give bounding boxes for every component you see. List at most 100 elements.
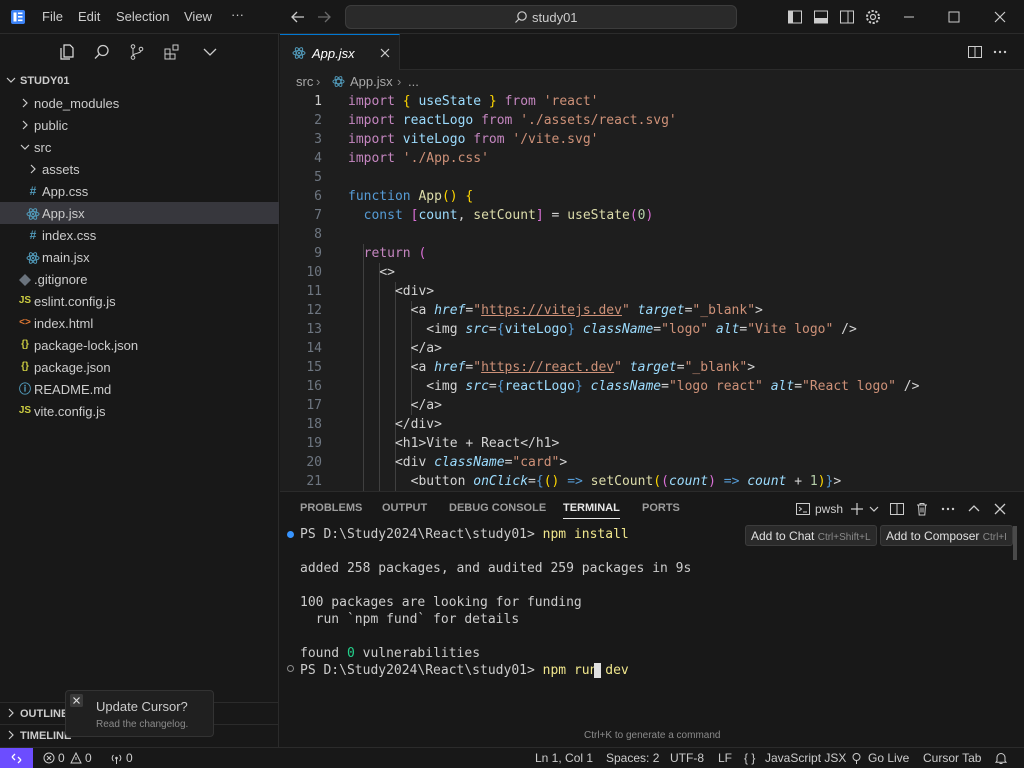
tree-item[interactable]: main.jsx [0,246,279,268]
tree-item[interactable]: JS eslint.config.js [0,290,279,312]
terminal-icon[interactable] [795,501,811,517]
code-line: 20 <div className="card"> [306,455,568,470]
explorer-title: STUDY01 [20,75,70,87]
tab-ports[interactable]: PORTS [642,502,680,514]
explorer-header[interactable]: STUDY01 [0,71,279,91]
git-file-icon [19,274,31,286]
menu-file[interactable]: File [42,9,63,24]
tree-item[interactable]: public [0,114,279,136]
extensions-icon[interactable] [163,43,181,61]
chevron-down-icon[interactable] [866,501,882,517]
tree-item[interactable]: <> index.html [0,312,279,334]
breadcrumb-folder[interactable]: src [296,74,313,89]
tree-item-label: node_modules [34,96,120,111]
notification-title: Update Cursor? [96,699,188,714]
cursor-tab-button[interactable]: Cursor Tab [923,751,981,765]
tree-item[interactable]: .gitignore [0,268,279,290]
encoding[interactable]: UTF-8 [670,751,704,765]
app-logo-icon[interactable] [10,9,26,25]
more-actions-icon[interactable] [992,44,1008,60]
tree-item[interactable]: {} package-lock.json [0,334,279,356]
tab-debug-console[interactable]: DEBUG CONSOLE [449,502,546,514]
trash-icon[interactable] [914,501,930,517]
go-live-button[interactable]: Go Live [868,751,909,765]
source-control-icon[interactable] [128,43,146,61]
more-actions-icon[interactable] [940,501,956,517]
search-icon [515,11,527,23]
terminal-hint: Ctrl+K to generate a command [584,730,721,741]
code-line: 11 <div> [306,284,435,299]
remote-indicator[interactable] [0,748,33,768]
breadcrumb-symbol[interactable]: ... [408,74,419,89]
menu-edit[interactable]: Edit [78,9,100,24]
error-count[interactable]: 0 [58,751,65,765]
title-bar: File Edit Selection View ··· study01 [0,0,1024,34]
terminal-shell-label[interactable]: pwsh [815,502,843,516]
tab-problems[interactable]: PROBLEMS [300,502,362,514]
search-sidebar-icon[interactable] [93,43,111,61]
end-of-line[interactable]: LF [718,751,732,765]
language-mode[interactable]: JavaScript JSX [765,751,846,765]
tree-item[interactable]: assets [0,158,279,180]
menu-selection[interactable]: Selection [116,9,169,24]
tree-item-label: README.md [34,382,112,397]
indentation[interactable]: Spaces: 2 [606,751,659,765]
notification-link[interactable]: Read the changelog. [96,719,188,730]
tab-app-jsx[interactable]: App.jsx [280,34,400,70]
back-arrow-icon[interactable] [289,8,307,26]
tree-item[interactable]: # App.css [0,180,279,202]
close-panel-icon[interactable] [992,501,1008,517]
tree-item-label: eslint.config.js [34,294,116,309]
tree-item-label: App.css [42,184,89,199]
tree-item[interactable]: {} package.json [0,356,279,378]
split-editor-icon[interactable] [967,44,983,60]
close-window-icon[interactable] [991,8,1009,26]
tree-item[interactable]: node_modules [0,92,279,114]
plus-icon[interactable] [849,501,865,517]
command-pending-dot [287,665,294,672]
tab-output[interactable]: OUTPUT [382,502,427,514]
tree-item-label: assets [42,162,80,177]
menu-view[interactable]: View [184,9,212,24]
toggle-secondary-sidebar-icon[interactable] [838,8,856,26]
ports-count[interactable]: 0 [126,751,133,765]
code-editor[interactable]: 1 import { useState } from 'react' 2 impor… [280,92,1024,491]
maximize-panel-icon[interactable] [966,501,982,517]
tree-item[interactable]: # index.css [0,224,279,246]
tree-item[interactable]: ⓘ README.md [0,378,279,400]
forward-arrow-icon[interactable] [315,8,333,26]
warning-count[interactable]: 0 [85,751,92,765]
bell-icon[interactable] [994,751,1008,765]
bottom-panel: PROBLEMS OUTPUT DEBUG CONSOLE TERMINAL P… [280,491,1024,747]
close-icon[interactable] [70,694,83,707]
chevron-right-icon [30,164,36,174]
tree-item[interactable]: App.jsx [0,202,279,224]
close-tab-icon[interactable] [379,47,391,59]
split-terminal-icon[interactable] [889,501,905,517]
code-line: 10 <> [306,265,395,280]
maximize-icon[interactable] [945,8,963,26]
menu-more[interactable]: ··· [231,7,244,22]
command-center-search[interactable]: study01 [345,5,737,29]
search-label: study01 [532,10,578,25]
chevron-down-icon[interactable] [201,43,219,61]
terminal-output[interactable]: PS D:\Study2024\React\study01> npm insta… [280,526,1024,738]
update-notification[interactable]: Update Cursor? Read the changelog. [65,690,214,737]
code-line: 12 <a href="https://vitejs.dev" target="… [306,303,763,318]
breadcrumb-file[interactable]: App.jsx [350,74,393,89]
terminal-scrollbar[interactable] [1013,526,1017,560]
code-line: 1 import { useState } from 'react' [314,94,599,109]
explorer-files-icon[interactable] [58,43,76,61]
gear-icon[interactable] [864,8,882,26]
code-line: 13 <img src={viteLogo} className="logo" … [306,322,857,337]
sidebar: STUDY01 node_modulespublic src assets # App.… [0,34,279,747]
cursor-position[interactable]: Ln 1, Col 1 [535,751,593,765]
code-line: 19 <h1>Vite + React</h1> [306,436,560,451]
tree-item[interactable]: JS vite.config.js [0,400,279,422]
minimize-icon[interactable] [900,8,918,26]
code-line: 15 <a href="https://react.dev" target="_… [306,360,756,375]
tab-terminal[interactable]: TERMINAL [563,502,620,519]
toggle-panel-icon[interactable] [812,8,830,26]
tree-item[interactable]: src [0,136,279,158]
toggle-primary-sidebar-icon[interactable] [786,8,804,26]
